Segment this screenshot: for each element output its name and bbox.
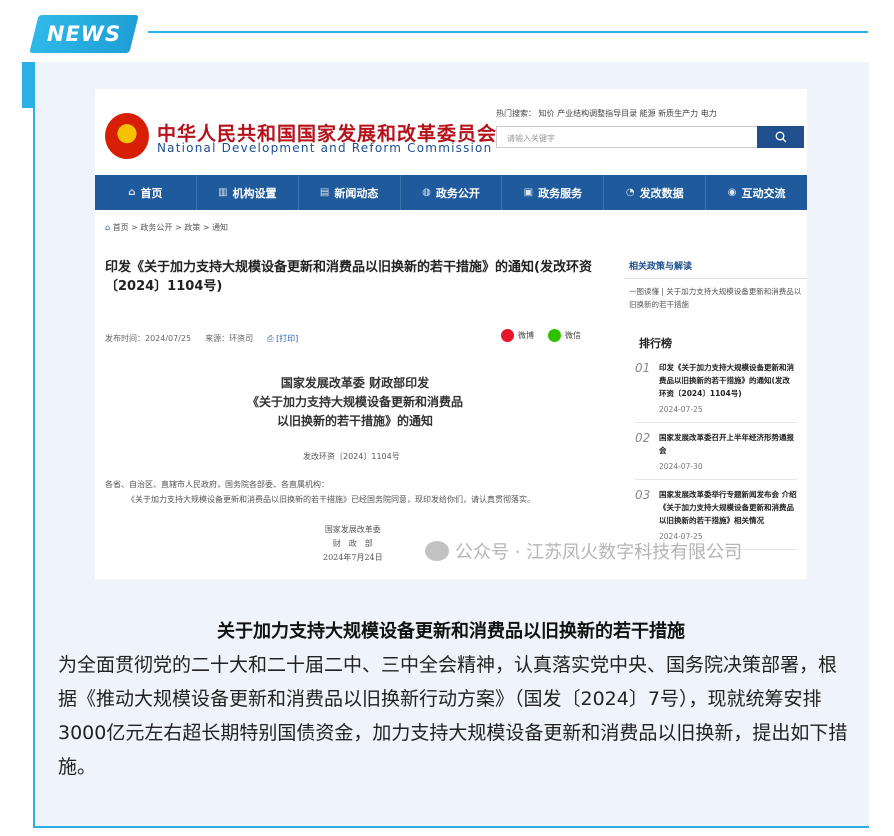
nav-item-service[interactable]: ▣ 政务服务 — [502, 175, 605, 210]
signer-2: 财 政 部 — [332, 539, 373, 548]
main-nav: ⌂ 首页 ▥ 机构设置 ▤ 新闻动态 ◍ 政务公开 ▣ 政务服务 ◔ 发改数据 ◉ 互动交流 — [95, 175, 807, 210]
wechat-icon — [548, 329, 561, 342]
rank-date: 2024-07-25 — [659, 405, 703, 414]
news-card: NEWS 中华人民共和国国家发展和改革委员会 National Developm… — [0, 0, 894, 836]
globe-icon: ◍ — [422, 187, 431, 198]
article-meta: 发布时间：2024/07/25 来源：环资司 ⎙ [打印] — [105, 333, 298, 344]
share-wechat[interactable]: 微信 — [548, 329, 581, 342]
nav-label: 首页 — [140, 186, 163, 200]
search-button[interactable] — [757, 126, 804, 148]
rank-heading: 排行榜 — [639, 337, 672, 350]
nav-item-data[interactable]: ◔ 发改数据 — [604, 175, 707, 210]
publish-time: 发布时间：2024/07/25 — [105, 334, 192, 343]
home-icon: ⌂ — [105, 223, 113, 232]
document-number: 发改环资〔2024〕1104号 — [303, 452, 400, 461]
news-badge-label: NEWS — [46, 22, 122, 46]
chat-icon: ◉ — [727, 187, 737, 198]
article-title: 印发《关于加力支持大规模设备更新和消费品以旧换新的若干措施》的通知(发改环资〔2… — [105, 260, 592, 294]
news-badge: NEWS — [29, 15, 139, 53]
document-body: 《关于加力支持大规模设备更新和消费品以旧换新的若干措施》已经国务院同意，现印发给… — [127, 495, 535, 504]
rank-item[interactable]: 02 国家发展改革委召开上半年经济形势通报会 2024-07-30 — [635, 431, 797, 480]
weibo-icon — [501, 329, 514, 342]
home-icon: ⌂ — [128, 187, 136, 198]
share-bar: 微博 微信 — [501, 329, 581, 342]
nav-item-interact[interactable]: ◉ 互动交流 — [706, 175, 807, 210]
related-heading: 相关政策与解读 — [625, 249, 807, 279]
article-source: 来源：环资司 — [205, 334, 254, 343]
rank-title: 国家发展改革委召开上半年经济形势通报会 — [659, 433, 794, 455]
org-name-en: National Development and Reform Commissi… — [157, 141, 493, 155]
share-weibo[interactable]: 微博 — [501, 329, 534, 342]
rank-item[interactable]: 01 印发《关于加力支持大规模设备更新和消费品以旧换新的若干措施》的通知(发改环… — [635, 361, 797, 423]
nav-label: 政务公开 — [435, 186, 480, 200]
related-panel: 相关政策与解读 一图读懂 | 关于加力支持大规模设备更新和消费品以旧换新的若干措… — [625, 249, 807, 317]
nav-label: 政务服务 — [538, 186, 583, 200]
hot-search[interactable]: 热门搜索： 知价 产业结构调整指导目录 能源 新质生产力 电力 — [496, 108, 717, 119]
rank-date: 2024-07-30 — [659, 462, 703, 471]
print-button[interactable]: ⎙ [打印] — [267, 333, 298, 344]
doc-title-line: 国家发展改革委 财政部印发 — [280, 376, 430, 390]
rank-number: 01 — [635, 361, 651, 375]
nav-label: 发改数据 — [639, 186, 684, 200]
rank-title: 印发《关于加力支持大规模设备更新和消费品以旧换新的若干措施》的通知(发改环资〔2… — [659, 363, 794, 398]
document-title: 国家发展改革委 财政部印发 《关于加力支持大规模设备更新和消费品 以旧换新的若干… — [205, 374, 505, 431]
embedded-screenshot: 中华人民共和国国家发展和改革委员会 National Development a… — [95, 89, 807, 579]
print-label: [打印] — [276, 334, 299, 343]
rank-number: 02 — [635, 431, 651, 445]
printer-icon: ⎙ — [267, 334, 277, 343]
watermark-text: 公众号 · 江苏凤火数字科技有限公司 — [455, 542, 743, 563]
nav-item-org[interactable]: ▥ 机构设置 — [197, 175, 299, 210]
search-input[interactable]: 请输入关键字 — [496, 126, 758, 148]
service-icon: ▣ — [523, 187, 534, 198]
caption-title: 关于加力支持大规模设备更新和消费品以旧换新的若干措施 — [217, 621, 685, 642]
breadcrumb: ⌂ 首页 > 政务公开 > 政策 > 通知 — [105, 222, 228, 233]
news-icon: ▤ — [319, 187, 330, 198]
nav-item-home[interactable]: ⌂ 首页 — [95, 175, 197, 210]
national-emblem-icon — [105, 113, 149, 159]
rank-title: 国家发展改革委举行专题新闻发布会 介绍《关于加力支持大规模设备更新和消费品以旧换… — [659, 490, 797, 525]
rank-number: 03 — [635, 488, 651, 502]
nav-item-public[interactable]: ◍ 政务公开 — [401, 175, 503, 210]
breadcrumb-text[interactable]: 首页 > 政务公开 > 政策 > 通知 — [113, 223, 228, 232]
search-icon — [775, 131, 786, 143]
watermark: 公众号 · 江苏凤火数字科技有限公司 — [425, 538, 742, 564]
sign-date: 2024年7月24日 — [323, 553, 383, 562]
building-icon: ▥ — [218, 187, 228, 198]
document-addressee: 各省、自治区、直辖市人民政府，国务院各部委、各直属机构： — [105, 480, 329, 489]
site-header: 中华人民共和国国家发展和改革委员会 National Development a… — [95, 89, 807, 175]
share-weibo-label: 微博 — [518, 331, 534, 340]
nav-item-news[interactable]: ▤ 新闻动态 — [299, 175, 401, 210]
chart-icon: ◔ — [625, 187, 635, 198]
wechat-icon — [425, 541, 449, 561]
related-link[interactable]: 一图读懂 | 关于加力支持大规模设备更新和消费品以旧换新的若干措施 — [625, 279, 807, 317]
doc-title-line: 以旧换新的若干措施》的通知 — [276, 414, 433, 428]
body-paragraph: 为全面贯彻党的二十大和二十届二中、三中全会精神，认真落实党中央、国务院决策部署，… — [58, 654, 848, 778]
document-signature: 国家发展改革委 财 政 部 2024年7月24日 — [323, 523, 383, 565]
signer-1: 国家发展改革委 — [324, 525, 381, 534]
nav-label: 机构设置 — [232, 186, 277, 200]
nav-label: 新闻动态 — [334, 186, 379, 200]
doc-title-line: 《关于加力支持大规模设备更新和消费品 — [246, 395, 463, 409]
header-divider — [148, 31, 868, 33]
ranking-panel: 排行榜 01 印发《关于加力支持大规模设备更新和消费品以旧换新的若干措施》的通知… — [635, 327, 797, 558]
nav-label: 互动交流 — [741, 186, 786, 200]
share-wechat-label: 微信 — [565, 331, 581, 340]
